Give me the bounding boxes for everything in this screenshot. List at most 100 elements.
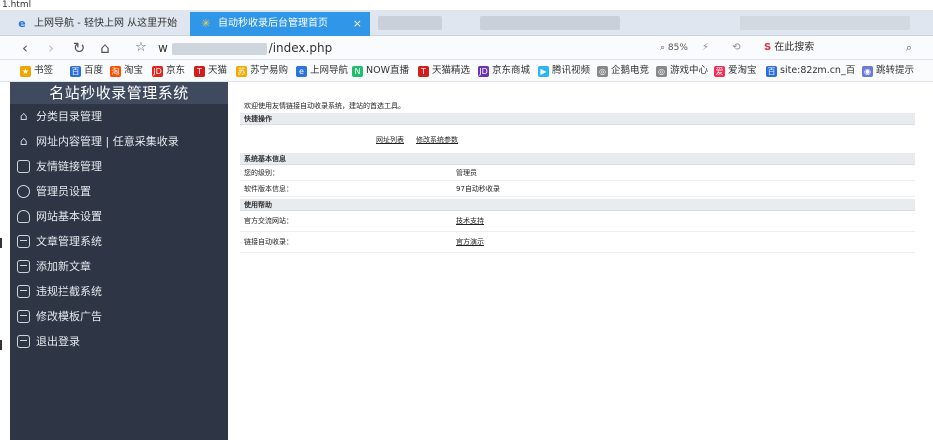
bookmark-icon: ◎ bbox=[597, 66, 608, 77]
bookmark-item[interactable]: 百 site:82zm.cn_百 bbox=[766, 64, 855, 78]
bookmark-icon: 百 bbox=[766, 66, 777, 77]
sidebar-item-label: 网址内容管理 | 任意采集收录 bbox=[36, 135, 179, 148]
bookmark-icon: ▶ bbox=[538, 66, 549, 77]
row-label: 链接自动收录： bbox=[244, 238, 293, 246]
link-system-params[interactable]: 修改系统参数 bbox=[416, 135, 458, 145]
section-quick-actions: 快捷操作 bbox=[240, 113, 915, 125]
table-row: 软件版本信息： 97自动秒收录 bbox=[240, 181, 915, 197]
welcome-text: 欢迎使用友情链接自动收录系统，建站的首选工具。 bbox=[244, 102, 405, 110]
tab-navigation[interactable]: e 上网导航 - 轻快上网 从这里开始 bbox=[6, 12, 184, 36]
bookmark-label: 苏宁易购 bbox=[250, 65, 289, 76]
sidebar-item-logout[interactable]: 退出登录 bbox=[10, 329, 228, 354]
bookmark-label: 百度 bbox=[84, 65, 104, 76]
bookmark-item[interactable]: N NOW直播 bbox=[352, 64, 409, 78]
sidebar-item-label: 违规拦截系统 bbox=[36, 285, 102, 298]
search-box[interactable]: S 在此搜索 ⌕ bbox=[764, 39, 914, 57]
sidebar-item-site-settings[interactable]: 网站基本设置 bbox=[10, 204, 228, 229]
url-redacted bbox=[171, 42, 267, 55]
main-content: 欢迎使用友情链接自动收录系统，建站的首选工具。 快捷操作 网址列表 修改系统参数… bbox=[240, 99, 915, 253]
row-value: 97自动秒收录 bbox=[456, 185, 500, 193]
bookmark-label: site:82zm.cn_百 bbox=[780, 65, 856, 76]
bookmark-icon: 爱 bbox=[714, 66, 725, 77]
address-bar: ‹ › ↻ ⌂ ☆ w /index.php ⌕ 85% ⚡ ⟲ ⌄ S 在此搜索… bbox=[0, 36, 933, 60]
bookmark-item[interactable]: T 天猫 bbox=[194, 64, 227, 78]
bookmark-label: 上网导航 bbox=[310, 65, 349, 76]
url-prefix: w bbox=[158, 41, 168, 55]
reload-icon[interactable]: ↻ bbox=[68, 38, 90, 58]
bookmark-icon: ◉ bbox=[862, 66, 873, 77]
star-icon[interactable]: ☆ bbox=[130, 38, 152, 58]
bookmark-icon: e bbox=[296, 66, 307, 77]
sidebar-item-template-ads[interactable]: 修改模板广告 bbox=[10, 304, 228, 329]
sidebar-item-blocking[interactable]: 违规拦截系统 bbox=[10, 279, 228, 304]
sidebar-item-add-article[interactable]: 添加新文章 bbox=[10, 254, 228, 279]
bookmark-label: 京东 bbox=[166, 65, 186, 76]
bookmark-item[interactable]: ◉ 跳转提示 bbox=[862, 64, 914, 78]
bookmark-item[interactable]: ◎ 企鹅电竞 bbox=[597, 64, 649, 78]
search-engine-icon[interactable]: S bbox=[764, 42, 771, 53]
bookmark-label: 京东商城 bbox=[492, 65, 531, 76]
row-value: 管理员 bbox=[456, 169, 477, 177]
bookmark-item[interactable]: 淘淘宝 bbox=[110, 64, 143, 78]
bookmark-item[interactable]: ★ 书签 bbox=[20, 64, 53, 78]
browser-tab-bar: e 上网导航 - 轻快上网 从这里开始 ✳ 自动秒收录后台管理首页 × bbox=[0, 10, 933, 36]
bookmark-item[interactable]: JD 京东 bbox=[152, 64, 185, 78]
sidebar-item-admin[interactable]: 管理员设置 bbox=[10, 179, 228, 204]
bookmark-item[interactable]: ◎ 游戏中心 bbox=[656, 64, 708, 78]
card-icon bbox=[17, 310, 30, 323]
link-url-list[interactable]: 网址列表 bbox=[376, 135, 404, 145]
home-icon[interactable]: ⌂ bbox=[94, 38, 116, 58]
bookmark-icon: 百 bbox=[70, 66, 81, 77]
sidebar-item-category[interactable]: ⌂ 分类目录管理 bbox=[10, 104, 228, 129]
back-icon[interactable]: ‹ bbox=[14, 38, 36, 58]
url-field[interactable]: w /index.php bbox=[158, 39, 332, 57]
forward-icon[interactable]: › bbox=[40, 38, 62, 58]
bookmark-item[interactable]: 爱爱淘宝 bbox=[714, 64, 757, 78]
sidebar-item-friend-links[interactable]: 友情链接管理 bbox=[10, 154, 228, 179]
link-tech-support[interactable]: 技术支持 bbox=[456, 211, 484, 232]
sidebar-item-articles[interactable]: 文章管理系统 bbox=[10, 229, 228, 254]
bookmark-item[interactable]: 苏苏宁易购 bbox=[236, 64, 288, 78]
section-system-info: 系统基本信息 bbox=[240, 153, 915, 165]
bookmark-label: 淘宝 bbox=[124, 65, 144, 76]
bookmark-icon: ★ bbox=[20, 66, 31, 77]
tab-label: 上网导航 - 轻快上网 从这里开始 bbox=[34, 18, 178, 29]
blurred-tab bbox=[480, 16, 620, 30]
link-official-demo[interactable]: 官方演示 bbox=[456, 232, 484, 253]
snowflake-icon: ✳ bbox=[201, 17, 211, 30]
bookmark-label: 游戏中心 bbox=[670, 65, 709, 76]
bookmark-icon: JD bbox=[152, 66, 163, 77]
tab-admin-home[interactable]: ✳ 自动秒收录后台管理首页 × bbox=[190, 12, 370, 36]
bag-icon bbox=[17, 160, 30, 173]
bookmark-item[interactable]: T 天猫精选 bbox=[418, 64, 470, 78]
bookmark-item[interactable]: JD 京东商城 bbox=[478, 64, 530, 78]
card-icon bbox=[17, 335, 30, 348]
close-icon[interactable]: × bbox=[353, 12, 362, 36]
table-row: 官方交流网站： 技术支持 bbox=[240, 211, 915, 232]
card-icon bbox=[17, 285, 30, 298]
sidebar-item-label: 分类目录管理 bbox=[36, 110, 102, 123]
bookmark-item[interactable]: ▶ 腾讯视频 bbox=[538, 64, 590, 78]
bookmark-label: NOW直播 bbox=[366, 65, 409, 76]
sidebar-item-label: 添加新文章 bbox=[36, 260, 91, 273]
sidebar-item-label: 管理员设置 bbox=[36, 185, 91, 198]
sidebar-item-url-content[interactable]: ⌂ 网址内容管理 | 任意采集收录 bbox=[10, 129, 228, 154]
bookmark-item[interactable]: e 上网导航 bbox=[296, 64, 348, 78]
bookmark-item[interactable]: 百百度 bbox=[70, 64, 103, 78]
url-path: /index.php bbox=[268, 41, 333, 55]
table-row: 您的级别： 管理员 bbox=[240, 165, 915, 181]
building-icon: ⌂ bbox=[19, 134, 28, 148]
bookmark-label: 腾讯视频 bbox=[552, 65, 591, 76]
search-icon[interactable]: ⌕ bbox=[906, 39, 912, 57]
bookmark-icon: 苏 bbox=[236, 66, 247, 77]
bookmark-icon: T bbox=[194, 66, 205, 77]
edge-mark bbox=[0, 238, 2, 248]
section-help: 使用帮助 bbox=[240, 199, 915, 211]
sidebar: 名站秒收录管理系统 ⌂ 分类目录管理 ⌂ 网址内容管理 | 任意采集收录 友情链… bbox=[10, 82, 228, 440]
sidebar-item-label: 文章管理系统 bbox=[36, 235, 102, 248]
zoom-level[interactable]: ⌕ 85% bbox=[660, 40, 688, 56]
card-icon bbox=[17, 260, 30, 273]
row-label: 您的级别： bbox=[244, 169, 279, 177]
quick-actions-row: 网址列表 修改系统参数 bbox=[240, 125, 915, 153]
sidebar-item-label: 修改模板广告 bbox=[36, 310, 102, 323]
